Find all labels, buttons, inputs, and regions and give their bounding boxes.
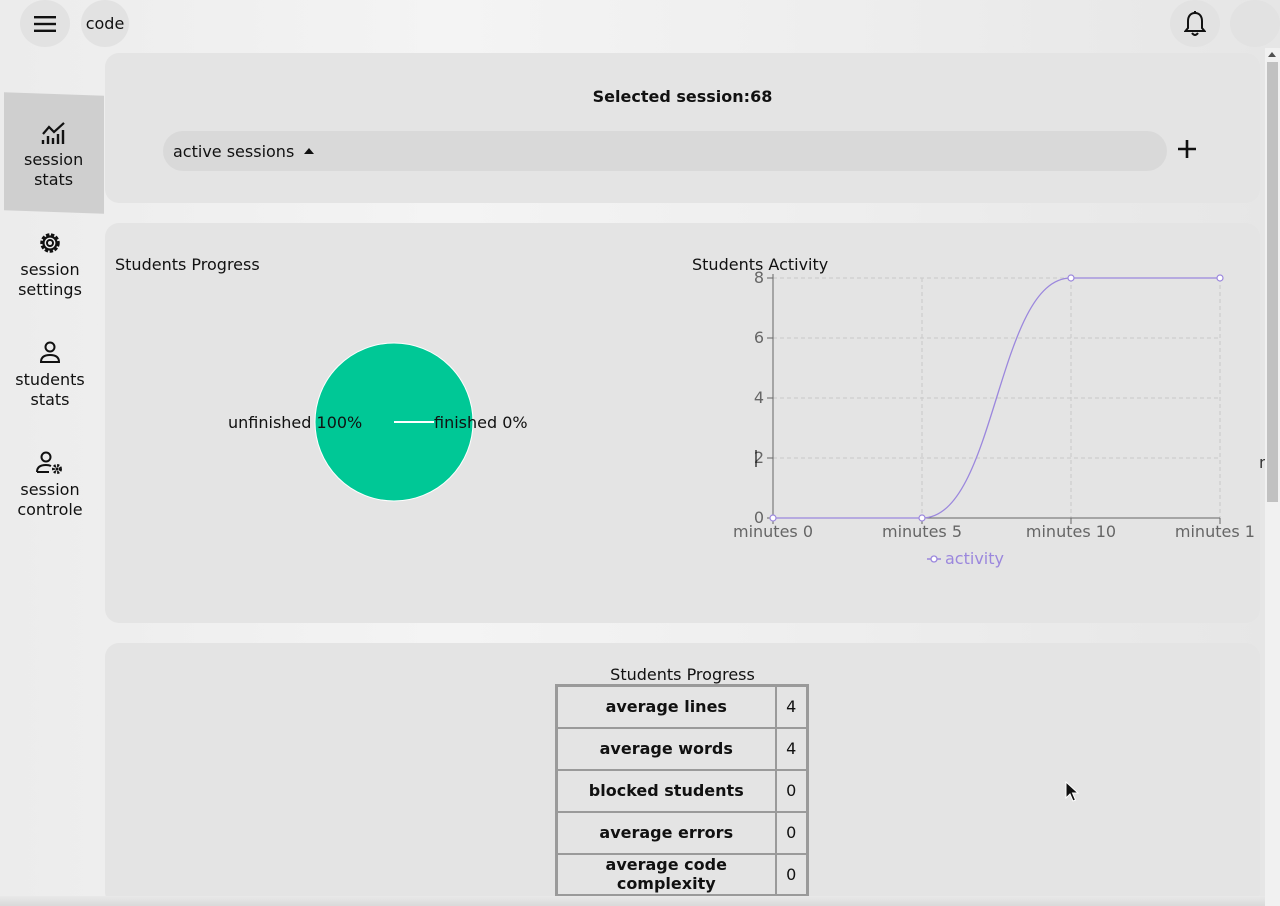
stat-value: 4 [774,726,809,771]
stat-value: 4 [774,684,809,729]
y-tick-label: 4 [754,388,764,407]
stats-table: average lines 4 average words 4 blocked … [555,684,809,897]
session-select-value: active sessions [173,141,295,161]
data-point [1067,274,1075,282]
app-title[interactable]: code [81,0,129,47]
pie-label: finished 0% [434,413,528,432]
add-session-button[interactable] [1175,137,1199,165]
bell-icon [1184,10,1206,36]
menu-button[interactable] [20,0,70,47]
progress-pie-chart: unfinished 100% finished 0% [228,342,528,502]
sidebar-item-students-stats[interactable]: students stats [0,340,100,410]
stats-table-title: Students Progress [610,665,755,684]
charts-card: Students Progress Students Activity unfi… [105,223,1260,623]
person-gear-icon [36,451,62,474]
data-point [769,514,777,522]
pie-label: unfinished 100% [228,413,362,432]
gear-icon [40,233,60,253]
data-point [1216,274,1224,282]
y-tick-label: 8 [754,268,764,287]
table-row: blocked students 0 [555,768,809,813]
x-tick-label: minutes 5 [882,522,962,541]
session-card: Selected session:68 active sessions [105,53,1260,203]
sidebar-item-session-stats[interactable]: session stats [4,92,104,214]
sidebar-item-session-settings[interactable]: session settings [0,230,100,300]
sidebar-item-session-controle[interactable]: session controle [0,450,100,520]
x-tick-label: minutes 10 [1026,522,1116,541]
top-bar: code [0,0,1280,48]
scrollbar-thumb[interactable] [1267,62,1278,502]
data-point [918,514,926,522]
sidebar-item-label: students stats [15,370,85,409]
stat-label: blocked students [555,768,777,813]
stat-label: average code complexity [555,852,777,897]
stat-value: 0 [774,768,809,813]
stat-value: 0 [774,852,809,897]
avatar[interactable] [1230,0,1280,47]
table-row: average code complexity 0 [555,852,809,897]
x-tick-label: minutes 15 [1175,522,1255,541]
sidebar: session stats session settings students … [0,48,104,906]
scroll-up-icon[interactable] [1268,52,1276,57]
table-row: average lines 4 [555,684,809,729]
selected-session-label: Selected session:68 [592,87,773,106]
stat-label: average errors [555,810,777,855]
cursor-icon [1065,781,1079,802]
activity-line-chart: 02468minutes 0 minutes 5 minutes 10 minutes… [733,268,1255,568]
sidebar-item-label: session settings [18,260,82,299]
hamburger-icon [34,15,56,32]
stat-label: average lines [555,684,777,729]
sidebar-item-label: session stats [24,149,84,189]
bottom-edge [0,896,1265,906]
legend-marker [930,555,938,563]
sidebar-item-label: session controle [17,480,83,519]
legend-label: activity [945,549,1004,568]
stat-label: average words [555,726,777,771]
chart-line-icon [41,122,65,144]
stat-value: 0 [774,810,809,855]
caret-up-icon [304,148,315,154]
y-tick-label: 2 [754,448,764,467]
scrollbar[interactable] [1265,48,1280,906]
person-icon [39,341,61,363]
x-tick-label: minutes 0 [733,522,813,541]
notifications-button[interactable] [1170,0,1220,47]
y-tick-label: 6 [754,328,764,347]
table-row: average errors 0 [555,810,809,855]
plus-icon [1178,140,1196,158]
session-select[interactable]: active sessions [163,131,1167,171]
table-row: average words 4 [555,726,809,771]
